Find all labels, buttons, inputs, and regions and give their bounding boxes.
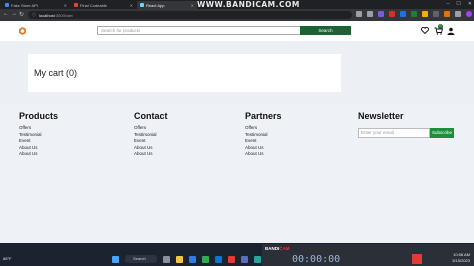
tab-label: Final Codeable	[80, 2, 107, 8]
footer-link[interactable]: Offers	[19, 125, 58, 132]
tab-favicon-icon	[5, 3, 9, 7]
bandicam-recorder-panel: BANDICAM 00:00:00	[262, 244, 474, 266]
footer-link[interactable]: Offers	[134, 125, 168, 132]
vscode-icon[interactable]	[215, 255, 222, 263]
extension-icon[interactable]	[389, 11, 395, 17]
footer-link[interactable]: Event	[245, 138, 282, 145]
extension-icon[interactable]	[411, 11, 417, 17]
url-bar[interactable]: ⓘ localhost:3000/cart	[28, 11, 352, 19]
window-close-icon[interactable]: ✕	[468, 1, 472, 7]
footer-heading: Partners	[245, 111, 282, 121]
bookmark-icon[interactable]	[367, 11, 373, 17]
search-input[interactable]: Search for products	[97, 26, 301, 35]
cart-title: My cart (0)	[34, 68, 78, 78]
tab-label: Fake Store API	[11, 2, 38, 8]
footer-link[interactable]: Offers	[245, 125, 282, 132]
close-icon[interactable]: ✕	[130, 3, 133, 8]
footer-heading: Products	[19, 111, 59, 121]
window-controls: – ☐ ✕	[447, 1, 472, 7]
footer-products: Products Offers Testimonial Event About …	[19, 111, 58, 158]
windows-start-icon[interactable]	[112, 255, 119, 263]
cart-panel: My cart (0)	[28, 54, 341, 92]
weather-widget[interactable]: 88°F	[3, 256, 12, 261]
browser-tab[interactable]: Final Codeable ✕	[71, 1, 136, 9]
task-view-icon[interactable]	[163, 255, 170, 263]
footer-heading: Contact	[134, 111, 168, 121]
footer-link[interactable]: About Us	[245, 151, 282, 158]
extension-icons: ⋮	[356, 11, 474, 17]
edge-icon[interactable]	[189, 255, 196, 263]
browser-tab-bar: Fake Store API ✕ Final Codeable ✕ React …	[0, 0, 474, 9]
recording-watermark: WWW.BANDICAM.COM	[197, 0, 300, 9]
app-icon[interactable]	[241, 255, 248, 263]
url-host: localhost	[39, 12, 55, 18]
footer-link[interactable]: Testimonial	[19, 132, 58, 139]
footer-link[interactable]: About Us	[134, 151, 168, 158]
chrome-icon[interactable]	[202, 255, 209, 263]
share-icon[interactable]	[356, 11, 362, 17]
recording-timer: 00:00:00	[292, 254, 341, 265]
footer-link[interactable]: About Us	[134, 145, 168, 152]
search-button[interactable]: Search	[300, 26, 351, 35]
app-icon[interactable]	[254, 255, 261, 263]
extension-icon[interactable]	[400, 11, 406, 17]
react-favicon-icon	[140, 3, 144, 7]
minimize-icon[interactable]: –	[447, 1, 450, 7]
subscribe-button[interactable]: Subscribe	[430, 128, 454, 138]
site-header: Search for products Search 0	[0, 21, 474, 41]
app-icon[interactable]	[228, 255, 235, 263]
close-icon[interactable]: ✕	[191, 3, 194, 8]
heart-icon[interactable]	[421, 27, 429, 34]
footer-link[interactable]: Testimonial	[134, 132, 168, 139]
info-icon[interactable]: ⓘ	[32, 12, 36, 18]
url-path: :3000/cart	[54, 12, 73, 18]
file-explorer-icon[interactable]	[176, 255, 183, 263]
site-footer: Products Offers Testimonial Event About …	[0, 105, 474, 243]
taskbar-apps: Search	[112, 255, 261, 263]
tab-favicon-icon	[74, 3, 78, 7]
taskbar-search[interactable]: Search	[125, 255, 157, 263]
clock-date: 3/15/2023	[452, 258, 470, 263]
footer-newsletter: Newsletter Enter your email Subscribe	[358, 111, 458, 151]
extension-icon[interactable]	[433, 11, 439, 17]
footer-contact: Contact Offers Testimonial Event About U…	[134, 111, 168, 158]
footer-link[interactable]: Testimonial	[245, 132, 282, 139]
extension-icon[interactable]	[378, 11, 384, 17]
system-clock[interactable]: 10:58 AM 3/15/2023	[452, 252, 470, 264]
store-logo-icon[interactable]	[19, 27, 26, 35]
newsletter-email-input[interactable]: Enter your email	[358, 128, 430, 138]
maximize-icon[interactable]: ☐	[456, 1, 460, 7]
browser-tab[interactable]: Fake Store API ✕	[2, 1, 70, 9]
reload-icon[interactable]: ↻	[19, 11, 24, 18]
tab-label: React App	[146, 2, 165, 8]
browser-tab-active[interactable]: React App ✕	[137, 1, 197, 9]
user-icon[interactable]	[447, 27, 455, 35]
footer-link[interactable]: About Us	[19, 145, 58, 152]
footer-link[interactable]: Event	[134, 138, 168, 145]
back-arrow-icon[interactable]: ←	[3, 11, 9, 17]
profile-avatar-icon[interactable]	[466, 11, 472, 17]
puzzle-icon[interactable]	[455, 11, 461, 17]
footer-link[interactable]: About Us	[245, 145, 282, 152]
close-icon[interactable]: ✕	[64, 3, 67, 8]
bandicam-logo: BANDICAM	[265, 246, 290, 251]
forward-arrow-icon[interactable]: →	[11, 11, 17, 17]
web-page: Search for products Search 0 My cart (0)…	[0, 21, 474, 243]
footer-link[interactable]: Event	[19, 138, 58, 145]
footer-link[interactable]: About Us	[19, 151, 58, 158]
extension-icon[interactable]	[444, 11, 450, 17]
cart-count-badge: 0	[438, 24, 443, 29]
record-stop-icon[interactable]	[412, 254, 422, 264]
extension-icon[interactable]	[422, 11, 428, 17]
footer-heading: Newsletter	[358, 111, 404, 121]
footer-partners: Partners Offers Testimonial Event About …	[245, 111, 282, 158]
address-bar-row: ← → ↻ ⓘ localhost:3000/cart ⋮	[0, 9, 474, 21]
